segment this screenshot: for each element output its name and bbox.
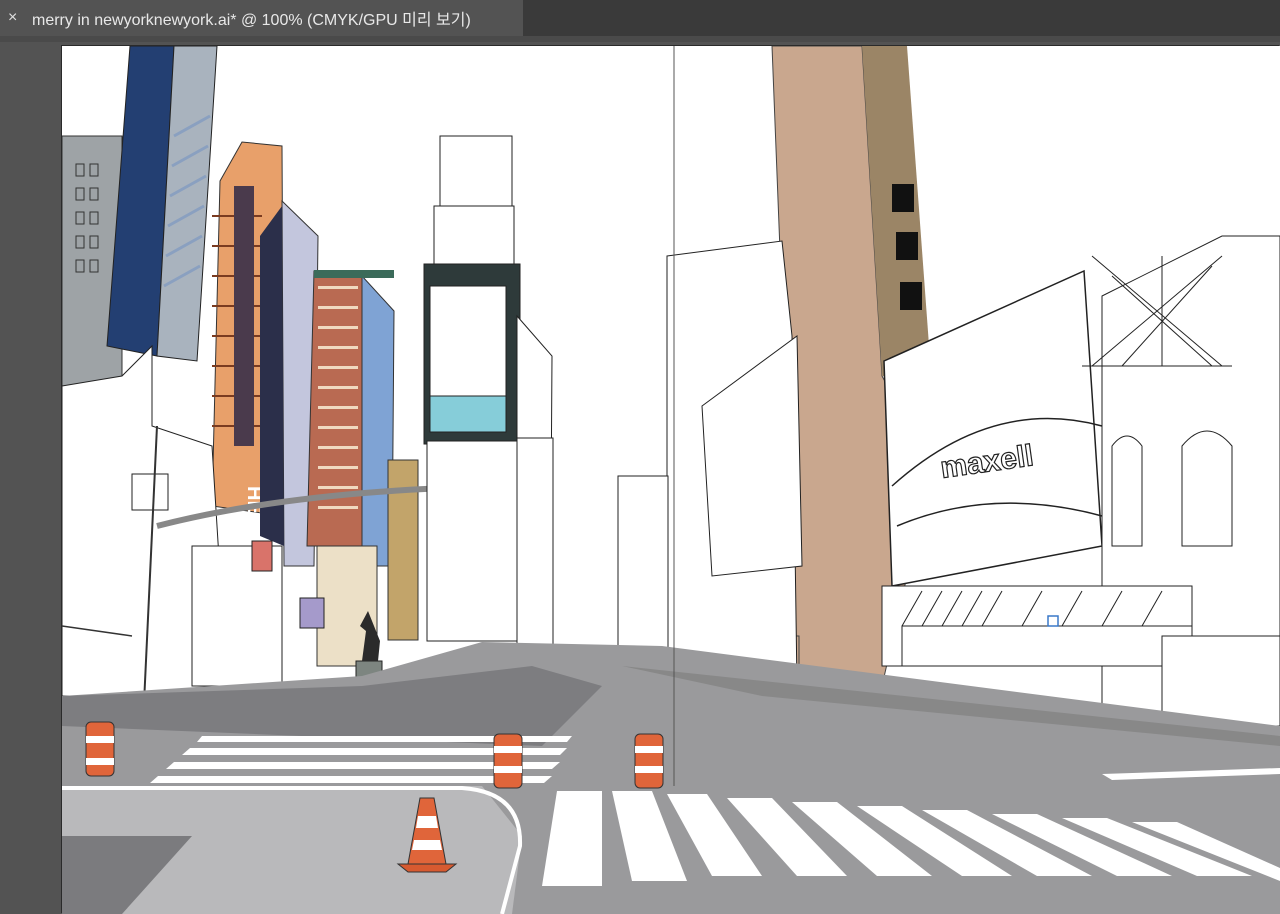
- center-tower-screen: [429, 285, 507, 397]
- dark-building-edge: [260, 206, 284, 546]
- document-tab[interactable]: × merry in newyorknewyork.ai* @ 100% (CM…: [0, 0, 523, 36]
- sign-box: [131, 473, 169, 511]
- awning-lower: [901, 625, 1193, 667]
- canvas-area[interactable]: HEYS maxell: [0, 42, 1280, 914]
- close-tab-icon[interactable]: ×: [8, 9, 30, 27]
- center-tower-mid: [433, 205, 515, 267]
- center-tower-base: [426, 440, 518, 642]
- green-roof: [314, 270, 394, 278]
- document-tab-title: merry in newyorknewyork.ai* @ 100% (CMYK…: [32, 12, 471, 29]
- purple-sign: [299, 597, 325, 629]
- red-sign: [251, 540, 273, 572]
- traffic-barrel-2: [493, 733, 523, 789]
- arch-window: [1181, 430, 1233, 547]
- illustration[interactable]: HEYS maxell: [62, 46, 1280, 914]
- artboard[interactable]: HEYS maxell: [62, 46, 1280, 914]
- selection-anchor[interactable]: [1047, 615, 1059, 627]
- traffic-barrel-1: [85, 721, 115, 777]
- corner-building-lower: [1161, 635, 1280, 727]
- tan-window-2: [896, 232, 918, 260]
- center-tower-blue-screen: [429, 395, 507, 433]
- tan-window-1: [892, 184, 914, 212]
- traffic-barrel-3: [634, 733, 664, 789]
- center-tower-top: [439, 135, 513, 207]
- arch-window-2: [1111, 435, 1143, 547]
- vertical-sign: [234, 186, 254, 446]
- tan-window-3: [900, 282, 922, 310]
- document-tab-bar: × merry in newyorknewyork.ai* @ 100% (CM…: [0, 0, 1280, 36]
- center-side-block: [516, 437, 554, 669]
